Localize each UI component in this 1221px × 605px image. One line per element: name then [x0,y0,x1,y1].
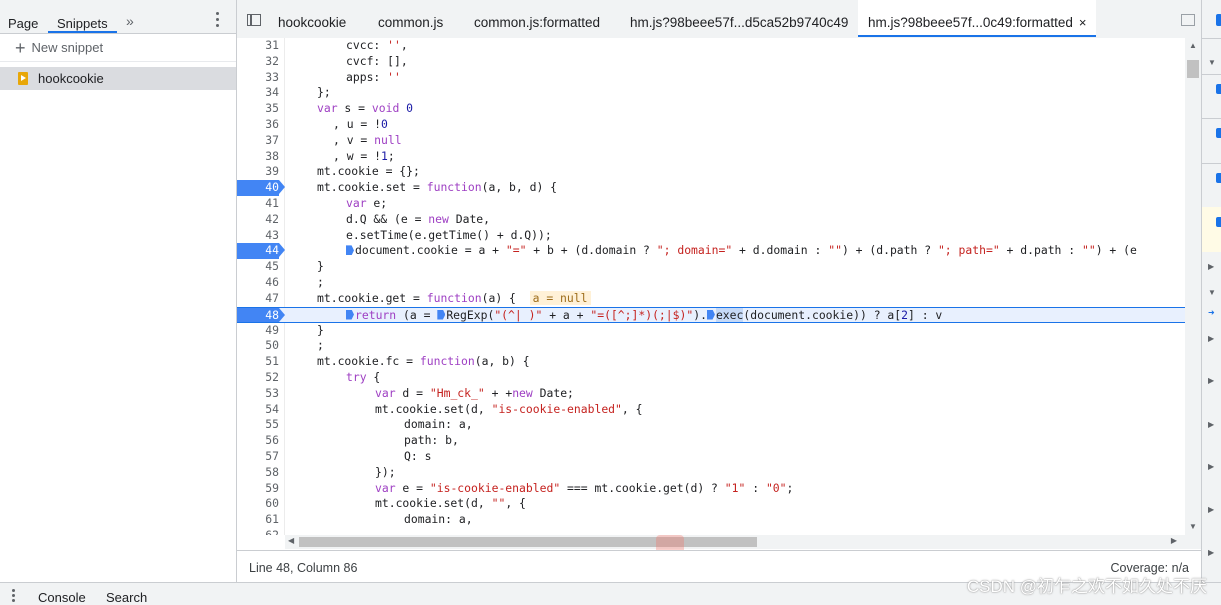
chevron-down-icon[interactable]: ▼ [1208,288,1216,297]
code-line: 32 cvcf: [], [265,53,408,68]
snippet-item-label: hookcookie [38,71,104,86]
tab-page[interactable]: Page [8,0,38,33]
pause-icon[interactable] [1216,14,1221,26]
code-line: 61 domain: a, [265,512,473,527]
code-line: 58}); [265,464,396,479]
code-line: 37, v = null [265,132,402,147]
scroll-left-icon[interactable]: ◀ [288,536,294,545]
chevron-right-icon[interactable]: ▶ [1208,376,1214,385]
current-frame-arrow-icon: ➜ [1208,308,1215,317]
snippet-item-hookcookie[interactable]: hookcookie [0,67,236,90]
inline-value-badge: a = null [529,290,591,305]
code-line: 42 d.Q && (e = new Date, [265,211,491,226]
checkbox-icon[interactable] [1216,84,1221,94]
tab-snippets[interactable]: Snippets [48,0,117,33]
code-line: 51 mt.cookie.fc = function(a, b) { [265,354,530,369]
code-line: 53 var d = "Hm_ck_" + +new Date; [265,385,574,400]
tab-console[interactable]: Console [38,590,86,605]
paused-breakpoint-row [1202,207,1221,252]
horizontal-scrollbar[interactable]: ◀ ▶ [285,535,1201,549]
editor-tab-common-js[interactable]: common.js [378,0,443,37]
debugger-toolbar [1202,0,1221,39]
code-line: 38, w = !1; [265,148,395,163]
chevron-right-icon[interactable]: ▶ [1208,462,1214,471]
code-line: 39 mt.cookie = {}; [265,164,420,179]
new-snippet-label: New snippet [31,40,104,55]
code-line: 34}; [265,85,331,100]
chevron-right-icon[interactable]: ▶ [1208,548,1214,557]
horizontal-scroll-thumb[interactable] [299,537,757,547]
code-line-breakpoint[interactable]: 40 mt.cookie.set = function(a, b, d) { [237,180,1185,196]
watermark: CSDN @初乍之欢不如久处不厌 [966,577,1207,596]
code-line: 49} [265,322,324,337]
code-line: 46; [265,274,324,289]
plus-icon: + [15,38,26,58]
scroll-right-icon[interactable]: ▶ [1171,536,1177,545]
code-line-paused[interactable]: 48 return (a = RegExp("(^| )" + a + "=([^… [237,306,1185,323]
editor-tab-hookcookie[interactable]: hookcookie [278,0,346,37]
scroll-down-icon[interactable]: ▼ [1189,522,1197,531]
code-line: 35 var s = void 0 [265,101,414,116]
code-editor[interactable]: 31 cvcc: '', 32 cvcf: [], 33 apps: '' 34}; … [237,38,1185,535]
more-options-icon[interactable] [215,12,221,30]
editor-tab-label: hm.js?98beee57f...0c49:formatted [868,15,1073,30]
editor-tab-hm-js[interactable]: hm.js?98beee57f...d5ca52b9740c49 [630,0,848,37]
toggle-navigator-icon[interactable] [247,14,261,26]
chevron-right-icon[interactable]: ▶ [1208,262,1214,271]
snippet-file-icon [18,72,28,85]
chevron-right-icon[interactable]: ▶ [1208,505,1214,514]
navigator-tabbar: Page Snippets » [0,0,236,34]
checkbox-icon[interactable] [1216,173,1221,183]
editor-tabbar: hookcookie common.js common.js:formatted… [237,0,1201,39]
chevron-down-icon[interactable]: ▼ [1208,58,1216,67]
scroll-up-icon[interactable]: ▲ [1189,41,1197,50]
code-line: 47 mt.cookie.get = function(a) { a = null [237,290,1185,307]
code-line-breakpoint[interactable]: 44 document.cookie = a + "=" + b + (d.dom… [237,243,1185,260]
chevron-right-icon[interactable]: ▶ [1208,334,1214,343]
code-line: 36, u = !0 [265,116,388,131]
code-line: 43 e.setTime(e.getTime() + d.Q)); [265,227,552,242]
editor-tab-hm-js-formatted[interactable]: hm.js?98beee57f...0c49:formatted × [858,0,1097,37]
code-line: 31 cvcc: '', [265,38,408,52]
code-line: 33 apps: '' [265,69,401,84]
code-line: 52 try { [265,369,381,384]
code-line: 57 Q: s [265,448,432,463]
chevron-right-icon[interactable]: ▶ [1208,420,1214,429]
code-line: 60 mt.cookie.set(d, "", { [265,496,526,511]
new-snippet-button[interactable]: + New snippet [0,34,236,62]
code-line: 59 var e = "is-cookie-enabled" === mt.coo… [265,480,794,495]
editor-tab-common-js-formatted[interactable]: common.js:formatted [474,0,600,37]
cursor-position: Line 48, Column 86 [249,561,358,575]
more-options-icon[interactable] [12,589,15,604]
debugger-sidebar: ▼ ▶ ▼ ➜ ▶ ▶ ▶ ▶ ▶ ▶ [1201,0,1221,582]
code-line: 55 domain: a, [265,417,473,432]
toggle-debugger-icon[interactable] [1181,14,1195,26]
code-line: 54 mt.cookie.set(d, "is-cookie-enabled", … [265,401,643,416]
close-icon[interactable]: × [1079,15,1087,30]
code-line: 45} [265,259,324,274]
code-line: 56 path: b, [265,433,459,448]
more-tabs-icon[interactable]: » [126,13,134,29]
code-line: 41 var e; [265,195,388,210]
checkbox-icon[interactable] [1216,217,1221,227]
vertical-scroll-thumb[interactable] [1187,60,1199,78]
tab-search[interactable]: Search [106,590,147,605]
code-line: 50; [265,338,324,353]
vertical-scrollbar[interactable]: ▲ ▼ [1185,38,1201,535]
code-line: 62 [265,527,279,535]
snippets-navigator: Page Snippets » + New snippet hookcookie [0,0,237,582]
checkbox-icon[interactable] [1216,128,1221,138]
